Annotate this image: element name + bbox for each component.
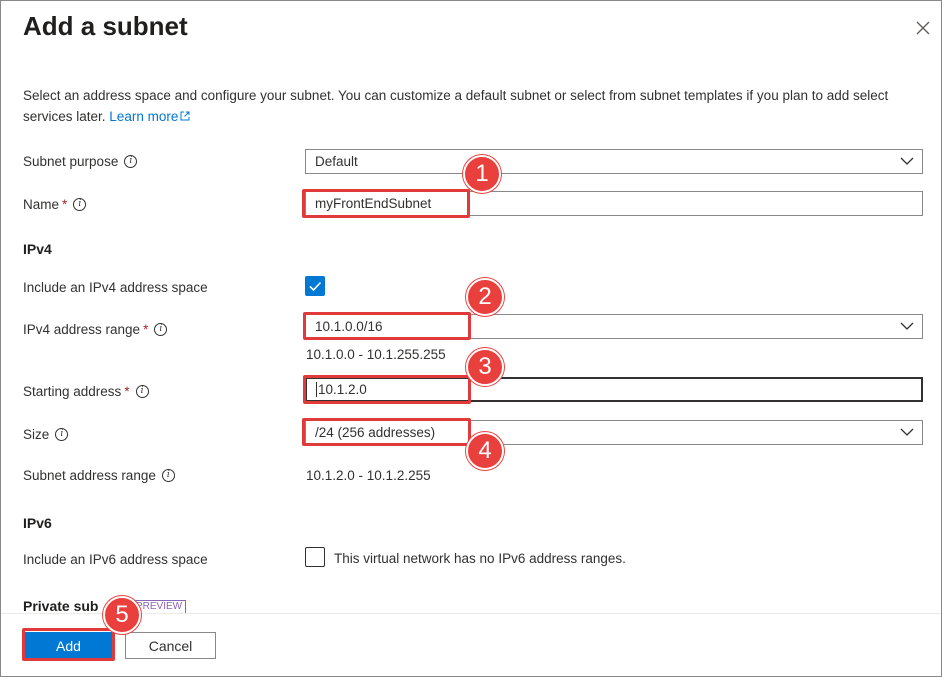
required-marker: * [143,321,149,337]
subnet-purpose-dropdown[interactable]: Default [305,149,923,174]
info-icon[interactable]: i [73,197,87,211]
info-icon[interactable]: i [154,322,168,336]
cancel-button-label: Cancel [148,637,193,654]
panel-description: Select an address space and configure yo… [23,85,913,127]
chevron-down-icon [900,322,914,330]
info-icon[interactable]: i [55,427,69,441]
include-ipv4-checkbox[interactable] [305,276,325,296]
callout-badge-5: 5 [103,596,141,634]
ipv4-range-dropdown[interactable]: 10.1.0.0/16 [305,314,923,339]
starting-address-value: 10.1.2.0 [316,382,367,397]
include-ipv4-text: Include an IPv4 address space [23,279,208,295]
include-ipv4-label: Include an IPv4 address space [23,276,208,298]
info-icon[interactable]: i [161,468,175,482]
starting-address-label: Starting address * i [23,380,149,402]
checkmark-icon [309,281,322,292]
ipv4-range-value: 10.1.0.0/16 [315,319,383,334]
required-marker: * [62,196,68,212]
ipv6-section-heading: IPv6 [23,515,52,531]
add-subnet-panel: Add a subnet Select an address space and… [0,0,942,677]
size-dropdown[interactable]: /24 (256 addresses) [305,420,923,445]
callout-badge-1: 1 [463,155,501,193]
include-ipv6-label: Include an IPv6 address space [23,548,208,570]
close-icon[interactable] [913,18,933,38]
ipv4-range-hint: 10.1.0.0 - 10.1.255.255 [306,347,446,362]
private-subnet-heading: Private sub [23,598,99,614]
info-icon[interactable]: i [124,154,138,168]
chevron-down-icon [900,157,914,165]
subnet-address-range-value: 10.1.2.0 - 10.1.2.255 [306,468,431,483]
size-value: /24 (256 addresses) [315,425,436,440]
required-marker: * [124,383,130,399]
size-label: Size i [23,423,69,445]
callout-badge-2: 2 [466,278,504,316]
learn-more-link[interactable]: Learn more [109,109,190,124]
info-icon[interactable]: i [135,384,149,398]
subnet-purpose-text: Subnet purpose [23,153,119,169]
include-ipv6-checkbox[interactable] [305,547,325,567]
subnet-purpose-label: Subnet purpose i [23,150,138,172]
ipv6-note: This virtual network has no IPv6 address… [334,551,626,566]
name-text: Name [23,196,60,212]
subnet-purpose-value: Default [315,154,358,169]
callout-badge-4: 4 [466,432,504,470]
callout-badge-3: 3 [466,348,504,386]
chevron-down-icon [900,428,914,436]
cancel-button[interactable]: Cancel [125,632,216,659]
include-ipv6-text: Include an IPv6 address space [23,551,208,567]
subnet-address-range-text: Subnet address range [23,467,156,483]
ipv4-section-heading: IPv4 [23,241,52,257]
add-button-label: Add [56,637,81,654]
panel-title: Add a subnet [23,11,188,41]
name-value: myFrontEndSubnet [315,196,432,211]
starting-address-input[interactable]: 10.1.2.0 [305,377,923,402]
name-label: Name * i [23,193,87,215]
name-input[interactable]: myFrontEndSubnet [305,191,923,216]
ipv4-range-text: IPv4 address range [23,321,141,337]
subnet-address-range-label: Subnet address range i [23,464,175,486]
add-button[interactable]: Add [24,632,113,659]
learn-more-label[interactable]: Learn more [109,109,178,124]
ipv4-range-label: IPv4 address range * i [23,318,168,340]
external-link-icon [180,111,190,121]
starting-address-text: Starting address [23,383,122,399]
size-text: Size [23,426,50,442]
